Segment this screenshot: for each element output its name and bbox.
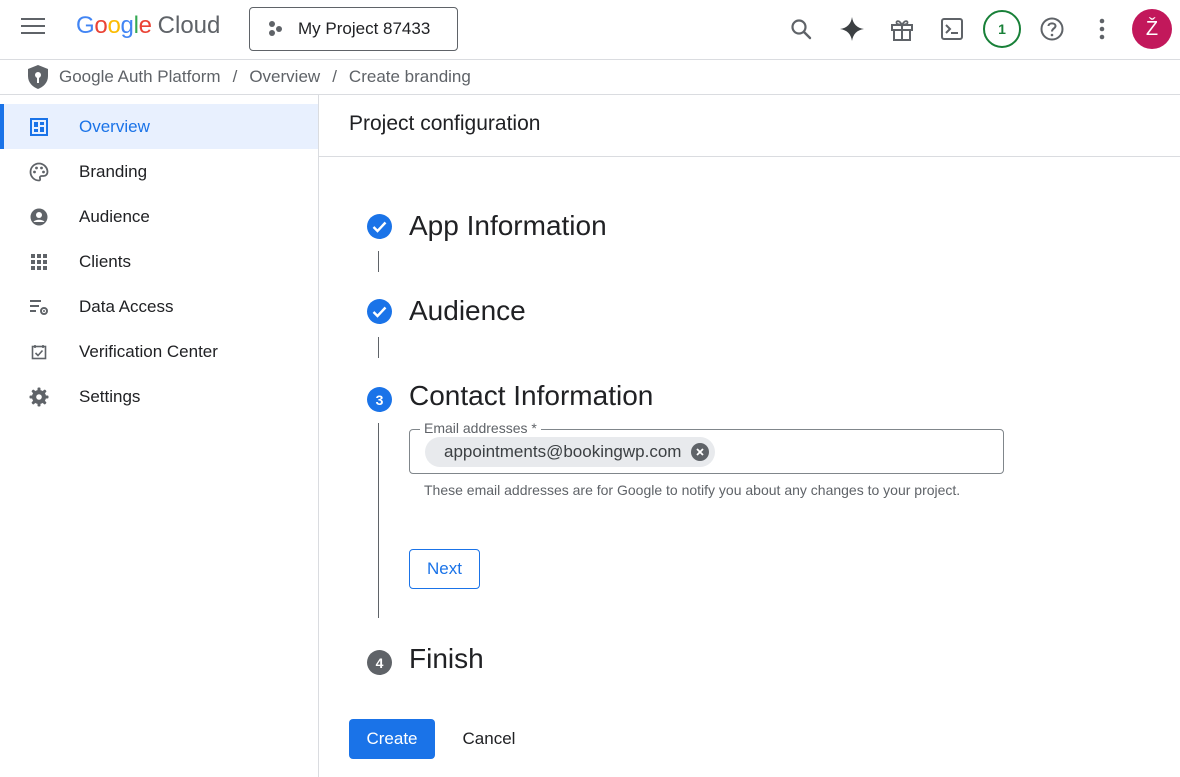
- step-connector: [378, 251, 379, 272]
- email-helper-text: These email addresses are for Google to …: [424, 482, 961, 498]
- apps-grid-icon: [29, 252, 49, 272]
- data-access-icon: [29, 297, 49, 317]
- project-name: My Project 87433: [298, 19, 431, 38]
- sidebar-item-overview[interactable]: Overview: [0, 104, 318, 149]
- gear-icon: [29, 387, 49, 407]
- sidebar-item-label: Audience: [79, 206, 150, 226]
- sidebar-item-label: Data Access: [79, 296, 174, 316]
- account-circle-icon: [29, 207, 49, 227]
- brand-google: Google: [76, 12, 152, 39]
- sidebar-item-settings[interactable]: Settings: [0, 374, 318, 419]
- step-finish: Finish: [409, 643, 484, 674]
- sidebar-item-label: Clients: [79, 251, 131, 271]
- breadcrumb-bar: Google Auth Platform / Overview / Create…: [0, 59, 1180, 95]
- cloud-shell-icon[interactable]: [932, 9, 972, 49]
- email-addresses-label: Email addresses *: [420, 420, 541, 436]
- project-icon: [266, 19, 286, 39]
- dashboard-icon: [29, 117, 49, 137]
- breadcrumb-separator: /: [332, 67, 337, 86]
- notifications-button[interactable]: 1: [982, 9, 1022, 49]
- notification-count-badge: 1: [983, 10, 1021, 48]
- account-button[interactable]: Ž: [1132, 9, 1172, 49]
- google-cloud-logo[interactable]: Google Cloud: [76, 12, 220, 40]
- search-icon[interactable]: [781, 9, 821, 49]
- breadcrumb-overview[interactable]: Overview: [249, 67, 320, 87]
- sidebar-item-audience[interactable]: Audience: [0, 194, 318, 239]
- step-number-badge: 4: [367, 650, 392, 675]
- palette-icon: [29, 162, 49, 182]
- more-vert-icon[interactable]: [1082, 9, 1122, 49]
- email-chip: appointments@bookingwp.com: [425, 437, 716, 467]
- sidebar-item-label: Overview: [79, 116, 150, 136]
- breadcrumb: Google Auth Platform / Overview / Create…: [26, 64, 471, 90]
- top-bar: Google Cloud My Project 87433 1 Ž: [0, 0, 1180, 59]
- breadcrumb-create-branding: Create branding: [348, 67, 471, 86]
- email-chip-text: appointments@bookingwp.com: [444, 442, 682, 461]
- create-button[interactable]: Create: [349, 719, 435, 759]
- sidebar-item-label: Branding: [79, 161, 148, 181]
- sidebar-item-branding[interactable]: Branding: [0, 149, 318, 194]
- step-contact-information: Contact Information: [409, 380, 654, 411]
- help-icon[interactable]: [1032, 9, 1072, 49]
- step-app-information[interactable]: App Information: [409, 210, 607, 242]
- step-connector: [378, 423, 379, 618]
- project-picker-button[interactable]: My Project 87433: [249, 7, 458, 51]
- shield-icon: [26, 64, 50, 90]
- cancel-button[interactable]: Cancel: [449, 719, 529, 759]
- avatar: Ž: [1132, 9, 1172, 49]
- sidebar: Overview Branding Audience Clients Data …: [0, 104, 318, 777]
- gemini-sparkle-icon[interactable]: [832, 9, 872, 49]
- page-title: Project configuration: [349, 112, 541, 135]
- breadcrumb-auth-platform[interactable]: Google Auth Platform: [59, 67, 221, 87]
- breadcrumb-separator: /: [232, 67, 238, 86]
- sidebar-item-data-access[interactable]: Data Access: [0, 284, 318, 329]
- sidebar-item-label: Settings: [79, 386, 141, 406]
- gift-icon[interactable]: [882, 9, 922, 49]
- sidebar-item-clients[interactable]: Clients: [0, 239, 318, 284]
- step-number-badge: 3: [367, 387, 392, 412]
- sidebar-divider: [318, 95, 319, 777]
- step-connector: [378, 337, 379, 358]
- next-button[interactable]: Next: [409, 549, 480, 589]
- checkbox-icon: [29, 342, 49, 362]
- sidebar-item-verification-center[interactable]: Verification Center: [0, 329, 318, 374]
- title-divider: [319, 156, 1180, 157]
- step-complete-check-icon: [367, 299, 392, 324]
- brand-cloud: Cloud: [157, 12, 221, 39]
- step-complete-check-icon: [367, 214, 392, 239]
- sidebar-item-label: Verification Center: [79, 341, 218, 361]
- main-menu-icon[interactable]: [21, 18, 47, 40]
- remove-chip-icon[interactable]: [691, 443, 710, 461]
- step-audience[interactable]: Audience: [409, 295, 526, 327]
